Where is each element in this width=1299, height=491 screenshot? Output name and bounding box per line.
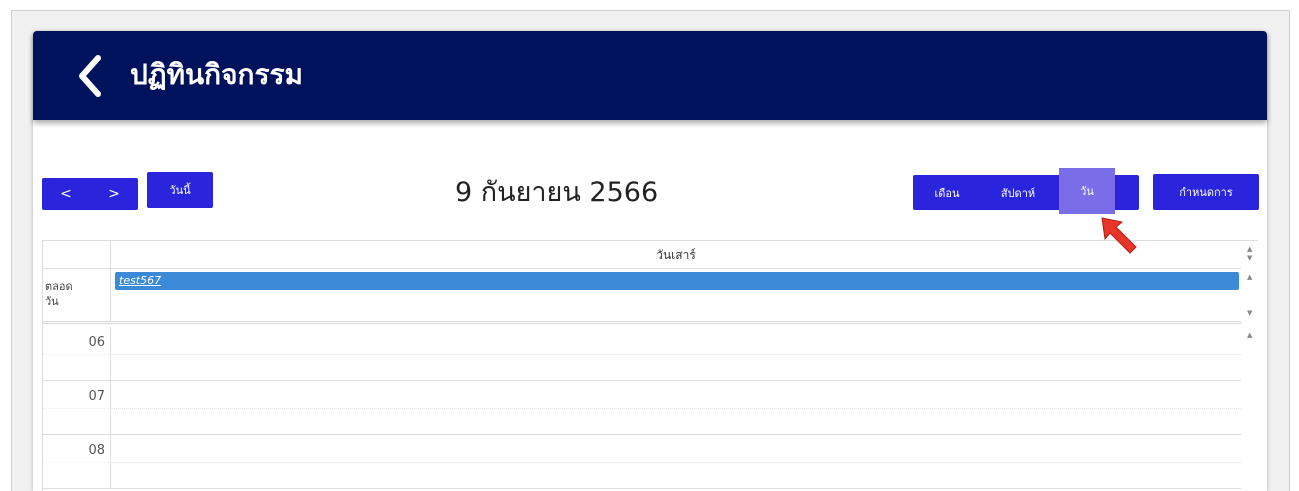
schedule-button[interactable]: กำหนดการ bbox=[1153, 174, 1259, 210]
chevron-left-icon bbox=[79, 55, 101, 97]
day-calendar: วันเสาร์ ▲ ▼ ▲ ▼ ตลอด วัน test567 06 07 … bbox=[42, 240, 1258, 491]
all-day-label: ตลอด วัน bbox=[43, 269, 111, 321]
allday-scrollbar[interactable]: ▲ ▼ ▲ ▼ bbox=[1241, 241, 1259, 324]
prev-button[interactable]: < bbox=[42, 178, 90, 210]
page-title: ปฏิทินกิจกรรม bbox=[130, 58, 304, 91]
view-switcher: เดือน สัปดาห์ วัน bbox=[913, 168, 1139, 214]
hour-row: 07 bbox=[43, 381, 1241, 435]
scroll-down-icon[interactable]: ▼ bbox=[1247, 309, 1252, 317]
next-button[interactable]: > bbox=[90, 178, 138, 210]
week-view-button[interactable]: สัปดาห์ bbox=[981, 175, 1055, 210]
back-button[interactable] bbox=[70, 52, 110, 100]
day-view-button[interactable]: วัน bbox=[1059, 168, 1115, 214]
all-day-event[interactable]: test567 bbox=[115, 272, 1239, 290]
current-date-title: 9 กันยายน 2566 bbox=[455, 177, 659, 208]
today-button[interactable]: วันนี้ bbox=[147, 172, 213, 208]
time-grid: 06 07 08 bbox=[43, 327, 1241, 491]
hour-row: 06 bbox=[43, 327, 1241, 381]
scroll-up-icon[interactable]: ▲ bbox=[1247, 273, 1252, 281]
scroll-up-icon[interactable]: ▲ bbox=[1247, 245, 1252, 253]
hour-row: 08 bbox=[43, 435, 1241, 489]
scroll-down-icon[interactable]: ▼ bbox=[1247, 254, 1252, 262]
month-view-button[interactable]: เดือน bbox=[913, 175, 981, 210]
day-name-header: วันเสาร์ bbox=[656, 248, 696, 262]
pointer-arrow-icon bbox=[1101, 217, 1137, 254]
header-gutter bbox=[43, 241, 111, 269]
prev-next-group: < > bbox=[42, 178, 138, 210]
time-grid-scrollbar[interactable]: ▲ bbox=[1241, 327, 1259, 491]
calendar-column-header: วันเสาร์ bbox=[43, 241, 1241, 269]
scroll-up-icon[interactable]: ▲ bbox=[1247, 331, 1252, 339]
all-day-row: ตลอด วัน test567 bbox=[43, 269, 1241, 324]
